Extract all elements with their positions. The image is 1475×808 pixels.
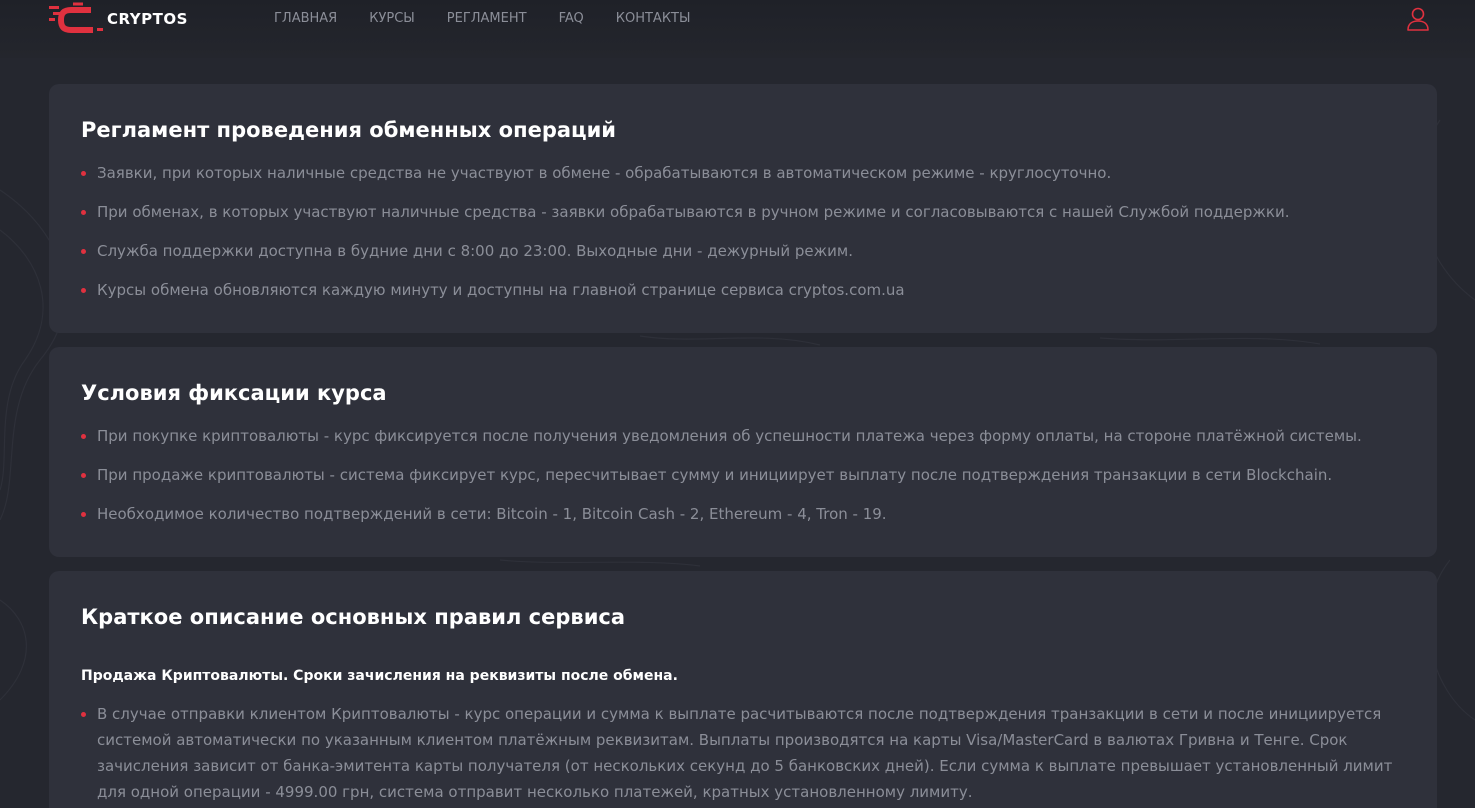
list-item: При обменах, в которых участвуют наличны… [81,199,1407,225]
logo-text: CRYPTOS [107,10,188,28]
list-item: Служба поддержки доступна в будние дни с… [81,238,1407,264]
section-title: Регламент проведения обменных операций [81,118,617,142]
main-nav: ГЛАВНАЯ КУРСЫ РЕГЛАМЕНТ FAQ КОНТАКТЫ [274,10,722,28]
bullet-icon [81,249,86,254]
nav-rules[interactable]: РЕГЛАМЕНТ [447,10,527,28]
section-subtitle: Продажа Криптовалюты. Сроки зачисления н… [81,668,678,684]
bullet-icon [81,473,86,478]
user-icon[interactable] [1406,6,1430,32]
list-item: При продаже криптовалюты - система фикси… [81,462,1407,488]
card-exchange-rules: Регламент проведения обменных операций З… [49,84,1437,333]
section-title: Краткое описание основных правил сервиса [81,605,626,629]
list-item: Курсы обмена обновляются каждую минуту и… [81,277,1407,303]
list-item: При покупке криптовалюты - курс фиксируе… [81,423,1407,449]
service-rules-list: В случае отправки клиентом Криптовалюты … [81,701,1407,808]
card-service-rules: Краткое описание основных правил сервиса… [49,571,1437,808]
nav-contacts[interactable]: КОНТАКТЫ [616,10,691,28]
bullet-icon [81,171,86,176]
top-header: CRYPTOS ГЛАВНАЯ КУРСЫ РЕГЛАМЕНТ FAQ КОНТ… [0,0,1475,58]
bullet-icon [81,288,86,293]
page: CRYPTOS ГЛАВНАЯ КУРСЫ РЕГЛАМЕНТ FAQ КОНТ… [0,0,1475,808]
nav-rates[interactable]: КУРСЫ [369,10,415,28]
rate-fixing-list: При покупке криптовалюты - курс фиксируе… [81,423,1407,540]
bullet-icon [81,712,86,717]
list-item: Заявки, при которых наличные средства не… [81,160,1407,186]
bullet-icon [81,210,86,215]
rules-list: Заявки, при которых наличные средства не… [81,160,1407,316]
logo-mark-icon [49,2,103,33]
nav-home[interactable]: ГЛАВНАЯ [274,10,337,28]
nav-faq[interactable]: FAQ [559,10,584,28]
logo[interactable]: CRYPTOS [49,2,188,36]
list-item: В случае отправки клиентом Криптовалюты … [81,701,1407,805]
list-item: Необходимое количество подтверждений в с… [81,501,1407,527]
card-rate-fixing: Условия фиксации курса При покупке крипт… [49,347,1437,557]
bullet-icon [81,434,86,439]
bullet-icon [81,512,86,517]
section-title: Условия фиксации курса [81,381,387,405]
